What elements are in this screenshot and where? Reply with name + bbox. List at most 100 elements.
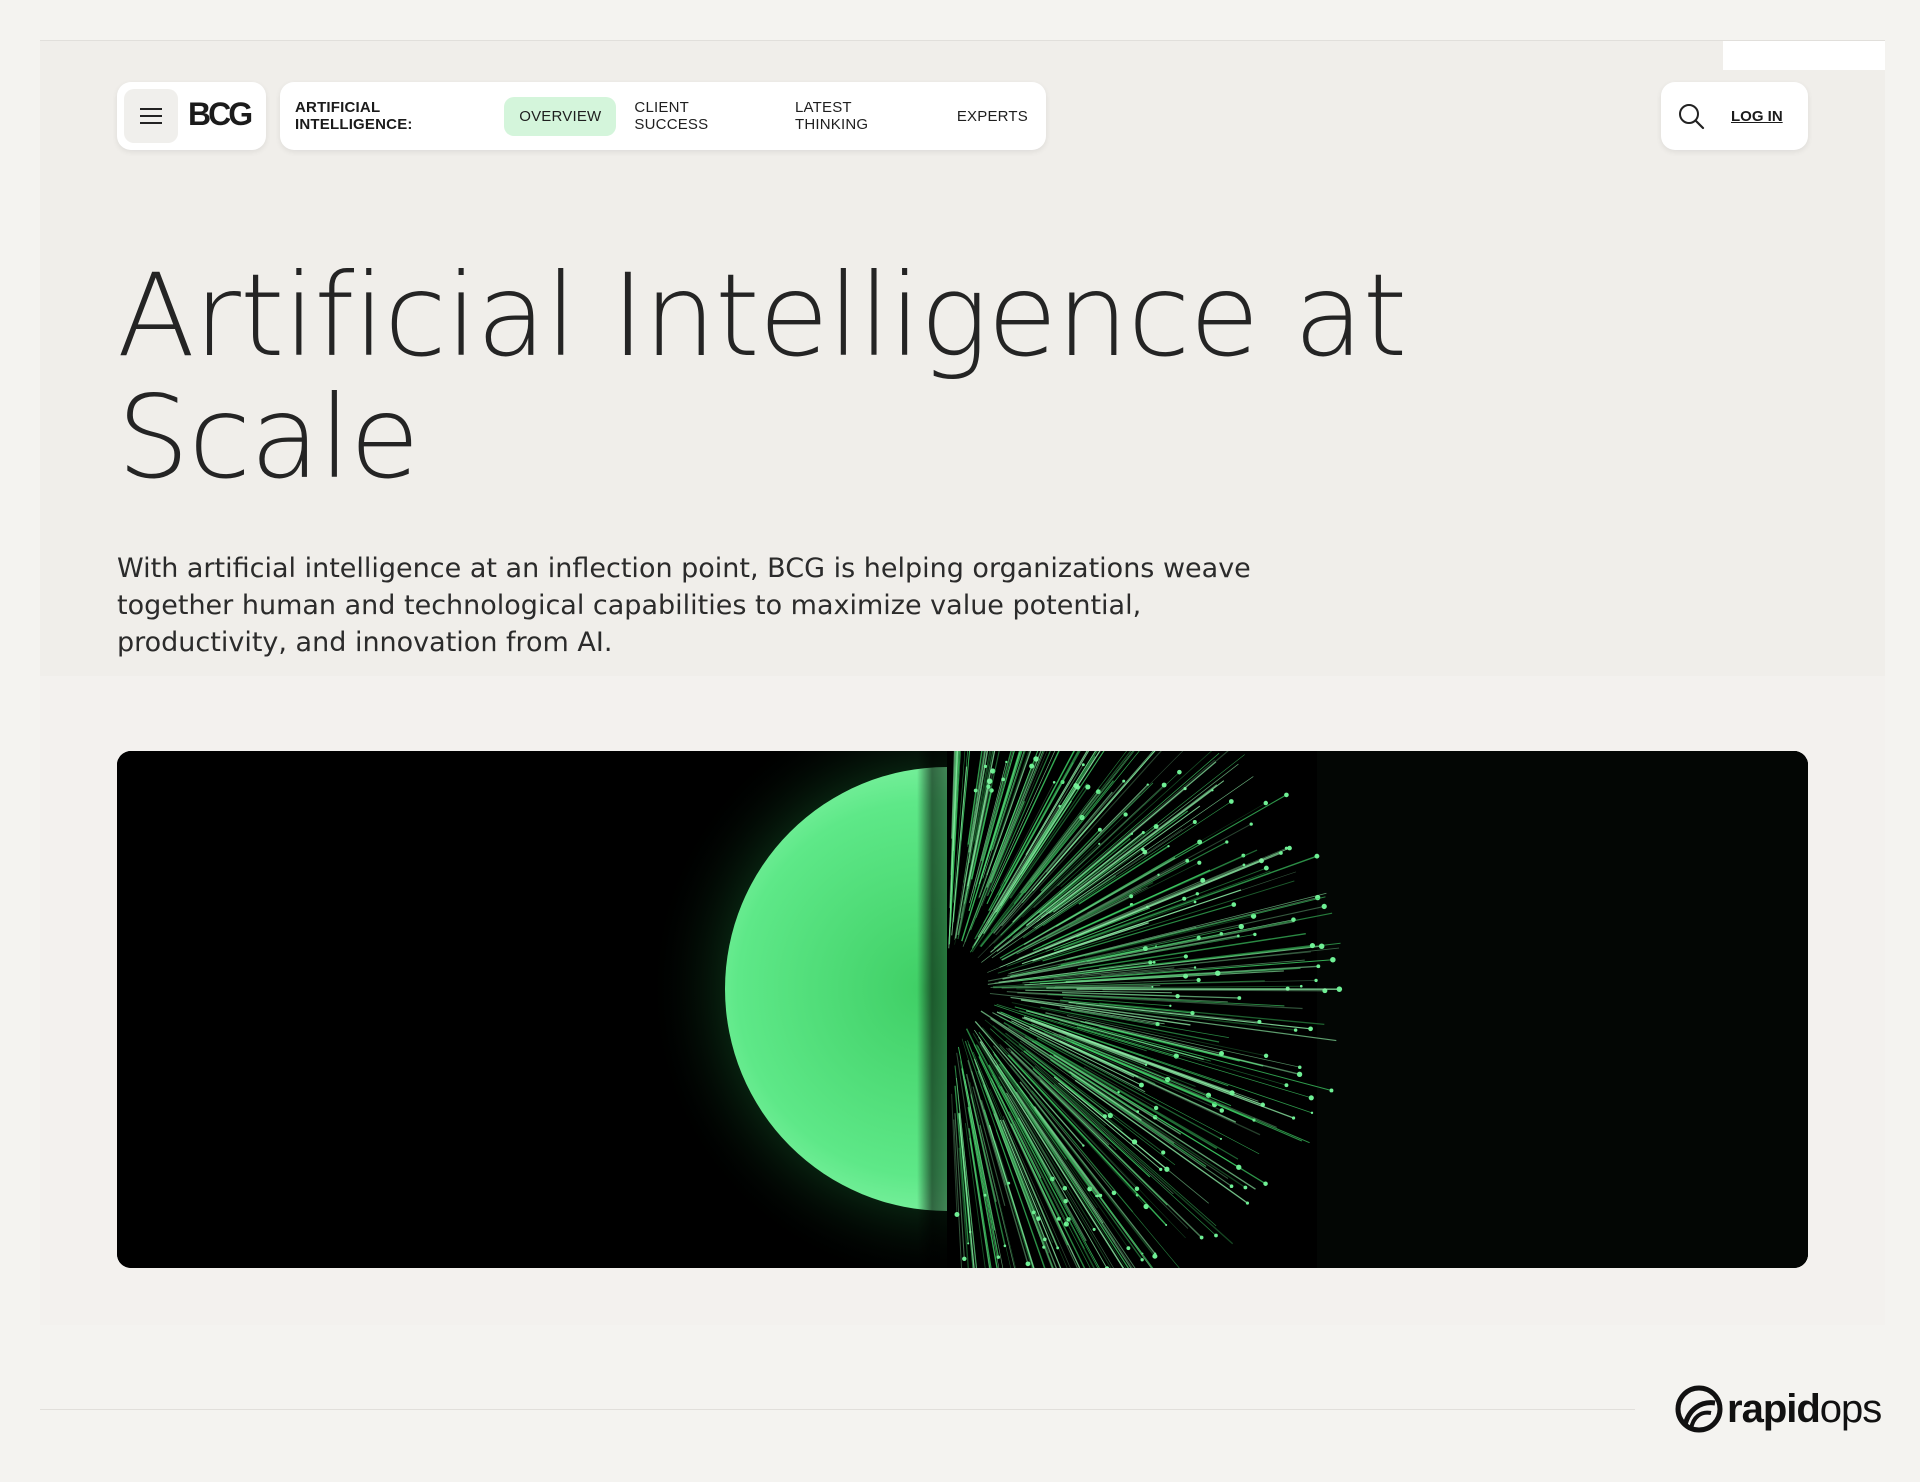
particle-dot — [1242, 863, 1246, 867]
particle-dot — [1228, 799, 1234, 804]
particle-dot — [1297, 1065, 1302, 1069]
particle-dot — [1167, 844, 1170, 848]
particle-dot — [1192, 819, 1197, 824]
particle-dot — [1161, 1150, 1166, 1155]
footer-brand-bold: rapid — [1727, 1386, 1821, 1431]
particle-dot — [1336, 986, 1343, 992]
rapidops-logo-icon — [1675, 1385, 1723, 1433]
page-title: Artificial Intelligence at Scale — [117, 255, 1417, 499]
particle-dot — [1081, 763, 1085, 767]
particle-dot — [1122, 779, 1126, 783]
particle-dot — [1214, 1233, 1218, 1238]
particle-dot — [1134, 1186, 1140, 1191]
footer-brand-light: ops — [1819, 1386, 1882, 1431]
particle-dot — [1098, 842, 1101, 845]
particle-dot — [1225, 840, 1229, 844]
particle-dot — [1111, 1190, 1117, 1196]
particle-dot — [1197, 860, 1202, 865]
particle-dot — [1199, 1235, 1204, 1240]
particle-dot — [1164, 1166, 1170, 1172]
particle-dot — [1291, 917, 1296, 922]
particle-dot — [1177, 769, 1182, 775]
particle-dot — [1144, 1063, 1148, 1067]
particle-dot — [1219, 1137, 1223, 1140]
particle-dot — [1029, 763, 1035, 769]
particle-dot — [1314, 853, 1320, 859]
particle-dot — [1165, 1224, 1168, 1227]
particle-dot — [1278, 851, 1283, 855]
particle-dot — [1161, 782, 1167, 788]
page-frame: BCG ARTIFICIAL INTELLIGENCE: OVERVIEW CL… — [40, 41, 1885, 1325]
particle-dot — [1140, 1258, 1144, 1262]
particle-dot — [1196, 977, 1201, 983]
particle-dot — [1245, 1201, 1250, 1205]
particle-dot — [1218, 1050, 1225, 1056]
particle-dot — [1329, 1088, 1334, 1093]
particle-dot — [1308, 1095, 1314, 1101]
login-link[interactable]: LOG IN — [1731, 108, 1783, 125]
particle-dot — [1287, 845, 1292, 851]
search-icon[interactable] — [1676, 101, 1706, 131]
particle-dot — [1052, 780, 1056, 784]
particle-dot — [1193, 900, 1197, 904]
particle-dot — [1309, 942, 1316, 949]
particle-dot — [1159, 1167, 1163, 1171]
particle-dot — [1082, 1144, 1085, 1147]
particle-dot — [1097, 827, 1102, 832]
particle-dot — [1169, 1004, 1172, 1007]
particle-dot — [1284, 1083, 1289, 1088]
particle-dot — [1263, 865, 1269, 871]
hero-image — [117, 751, 1808, 1268]
particle-dot — [1193, 966, 1197, 969]
particle-dot — [1330, 956, 1336, 963]
particle-dot — [1263, 1053, 1269, 1058]
particle-dot — [1123, 812, 1128, 817]
particle-dot — [1131, 1139, 1138, 1145]
tab-client-success[interactable]: CLIENT SUCCESS — [619, 88, 777, 144]
particle-dot — [1136, 1110, 1140, 1114]
particle-dot — [1095, 1194, 1098, 1198]
menu-button[interactable] — [124, 89, 178, 143]
particle-dot — [1007, 1181, 1011, 1185]
particle-dot — [1293, 1028, 1298, 1032]
tab-latest-thinking[interactable]: LATEST THINKING — [780, 88, 939, 144]
tab-experts[interactable]: EXPERTS — [942, 97, 1043, 136]
particle-dot — [1058, 804, 1062, 808]
page-title-line-1: Artificial Intelligence at — [117, 249, 1407, 382]
particle-dot — [1310, 1111, 1314, 1115]
particle-dot — [1231, 902, 1237, 907]
hero-subtitle: With artificial intelligence at an infle… — [117, 553, 1251, 658]
particle-dot — [1143, 1203, 1149, 1210]
particle-dot — [1219, 932, 1224, 936]
particle-dot — [1182, 896, 1187, 901]
particle-dot — [1229, 1184, 1234, 1189]
particle-dot — [1249, 822, 1253, 826]
section-heading: ARTIFICIAL INTELLIGENCE: — [295, 99, 413, 133]
particle-dot — [1063, 1199, 1068, 1204]
hamburger-menu-icon — [140, 108, 162, 124]
particle-dot — [1126, 1246, 1131, 1251]
brand-bar: BCG — [117, 82, 266, 150]
particle-dot — [1236, 934, 1240, 938]
particle-dot — [1151, 985, 1154, 988]
particle-dot — [1257, 1019, 1262, 1024]
particle-dot — [1291, 1116, 1296, 1120]
bcg-logo[interactable]: BCG — [188, 96, 253, 133]
section-nav: ARTIFICIAL INTELLIGENCE: OVERVIEW CLIENT… — [280, 82, 1046, 150]
particle-dot — [1243, 1185, 1248, 1190]
footer-divider — [40, 1409, 1635, 1410]
particle-dot — [1321, 903, 1327, 910]
particle-dot — [1153, 1105, 1159, 1111]
particle-dot — [967, 1242, 970, 1245]
footer-brand: rapid ops — [1675, 1383, 1882, 1435]
particle-dot — [1195, 892, 1199, 896]
particle-dot — [1153, 1252, 1157, 1255]
particle-dot — [1025, 1261, 1031, 1267]
particle-dot — [1211, 789, 1214, 792]
tab-overview[interactable]: OVERVIEW — [504, 96, 617, 136]
particle-dot — [1308, 1026, 1313, 1032]
particle-dot — [1299, 984, 1303, 988]
particle-dot — [1263, 800, 1269, 806]
page-title-line-2: Scale — [117, 371, 420, 504]
particle-dot — [1316, 964, 1321, 969]
